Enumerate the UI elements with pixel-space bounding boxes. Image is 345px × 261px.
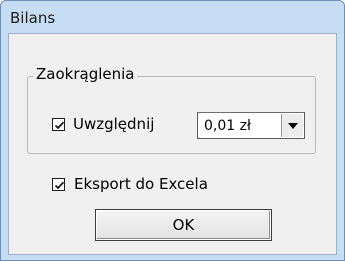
export-excel-checkbox[interactable]	[52, 178, 65, 191]
rounding-select-value: 0,01 zł	[204, 118, 251, 134]
include-rounding-checkbox[interactable]	[52, 118, 65, 131]
export-excel-label[interactable]: Eksport do Excela	[74, 175, 208, 193]
window-title: Bilans	[10, 9, 56, 27]
title-bar[interactable]: Bilans	[1, 1, 344, 33]
rounding-group-legend: Zaokrąglenia	[33, 64, 138, 84]
rounding-select[interactable]: 0,01 zł	[197, 112, 305, 139]
checkmark-icon	[54, 121, 65, 130]
chevron-down-icon	[288, 123, 298, 129]
checkmark-icon	[54, 181, 65, 190]
ok-button[interactable]: OK	[95, 209, 272, 241]
rounding-select-dropdown-button[interactable]	[281, 114, 303, 137]
include-rounding-label[interactable]: Uwzględnij	[73, 115, 154, 133]
